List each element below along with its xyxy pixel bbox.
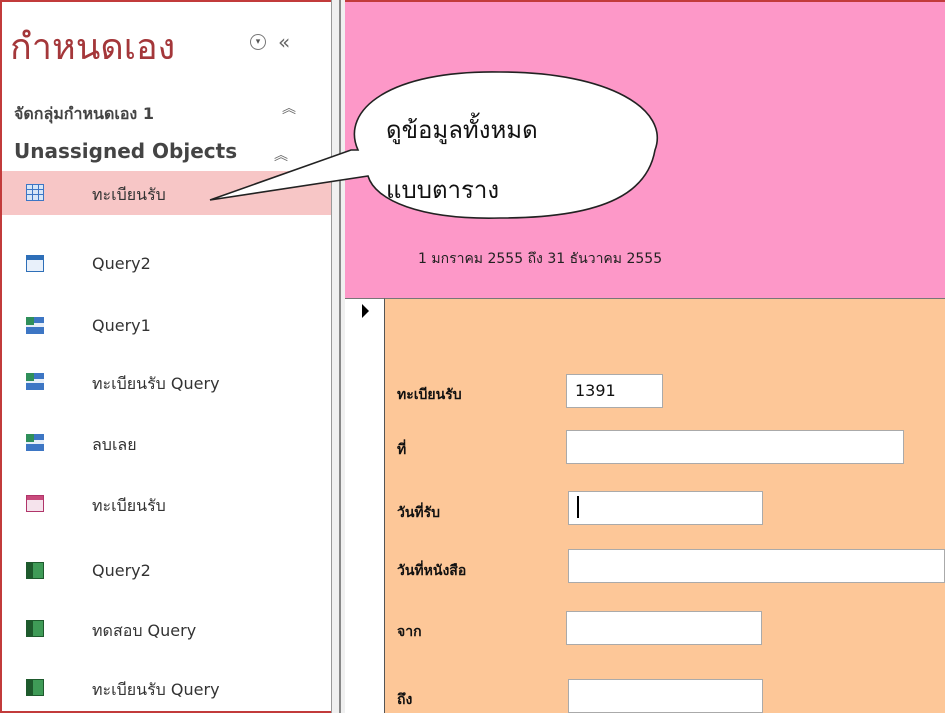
pane-splitter[interactable]: [331, 0, 345, 713]
query-icon: [26, 255, 44, 272]
field-label-document-date: วันที่หนังสือ: [397, 563, 467, 579]
query-icon: [26, 434, 44, 451]
nav-item-query2[interactable]: Query2: [2, 242, 331, 286]
nav-item-label: ทะเบียนรับ: [92, 185, 166, 204]
text-cursor: [577, 495, 579, 518]
table-icon: [26, 184, 44, 201]
nav-item-label: Query2: [92, 561, 151, 580]
double-chevron-up-icon[interactable]: ︽: [274, 145, 288, 165]
from-field[interactable]: [566, 611, 762, 645]
group-header-unassigned[interactable]: Unassigned Objects ︽: [14, 139, 288, 164]
report-icon: [26, 562, 44, 579]
callout-line-2: แบบตาราง: [386, 176, 500, 204]
nav-item-register-query[interactable]: ทะเบียนรับ Query: [2, 360, 331, 404]
group-header-label: Unassigned Objects: [14, 139, 238, 163]
field-label-from: จาก: [397, 624, 422, 640]
nav-item-label: ทดสอบ Query: [92, 621, 197, 640]
nav-pane-title[interactable]: กำหนดเอง: [10, 28, 175, 68]
nav-item-report-test-query[interactable]: ทดสอบ Query: [2, 607, 331, 651]
form-detail-section: ทะเบียนรับ 1391 ที่ วันที่รับ วันที่หนัง…: [385, 298, 945, 713]
to-field[interactable]: [568, 679, 763, 713]
nav-item-form-register[interactable]: ทะเบียนรับ: [2, 482, 331, 526]
report-icon: [26, 620, 44, 637]
nav-item-report-register-query[interactable]: ทะเบียนรับ Query: [2, 666, 331, 710]
document-number-field[interactable]: [566, 430, 904, 464]
nav-item-report-query2[interactable]: Query2: [2, 549, 331, 593]
callout-line-1: ดูข้อมูลทั้งหมด: [386, 116, 538, 144]
query-icon: [26, 373, 44, 390]
nav-item-label: ทะเบียนรับ Query: [92, 374, 220, 393]
group-header-label: จัดกลุ่มกำหนดเอง 1: [14, 104, 154, 123]
field-label-to: ถึง: [397, 692, 413, 708]
date-range-label: 1 มกราคม 2555 ถึง 31 ธันวาคม 2555: [418, 251, 663, 267]
nav-item-label: Query2: [92, 254, 151, 273]
nav-item-query1[interactable]: Query1: [2, 304, 331, 348]
query-icon: [26, 317, 44, 334]
nav-item-label: ลบเลย: [92, 435, 137, 454]
field-label-number: ที่: [397, 442, 407, 458]
double-chevron-up-icon[interactable]: ︽: [282, 98, 296, 118]
nav-item-label: ทะเบียนรับ: [92, 496, 166, 515]
nav-item-label: Query1: [92, 316, 151, 335]
record-selector[interactable]: [345, 298, 385, 713]
current-record-arrow-icon: [362, 304, 369, 318]
callout-text: ดูข้อมูลทั้งหมด แบบตาราง: [386, 100, 538, 220]
report-icon: [26, 679, 44, 696]
field-label-register: ทะเบียนรับ: [397, 387, 462, 403]
received-date-field[interactable]: [568, 491, 763, 525]
nav-item-label: ทะเบียนรับ Query: [92, 680, 220, 699]
dropdown-circle-icon[interactable]: ▾: [250, 34, 266, 50]
nav-item-table-register[interactable]: ทะเบียนรับ: [2, 171, 331, 215]
navigation-pane: กำหนดเอง ▾ « จัดกลุ่มกำหนดเอง 1 ︽ Unassi…: [0, 0, 331, 713]
double-chevron-left-icon[interactable]: «: [278, 30, 290, 54]
register-number-field[interactable]: 1391: [566, 374, 663, 408]
document-date-field[interactable]: [568, 549, 945, 583]
nav-item-delete-query[interactable]: ลบเลย: [2, 421, 331, 465]
form-icon: [26, 495, 44, 512]
field-label-received-date: วันที่รับ: [397, 505, 441, 521]
group-header-custom-1[interactable]: จัดกลุ่มกำหนดเอง 1 ︽: [14, 101, 296, 127]
